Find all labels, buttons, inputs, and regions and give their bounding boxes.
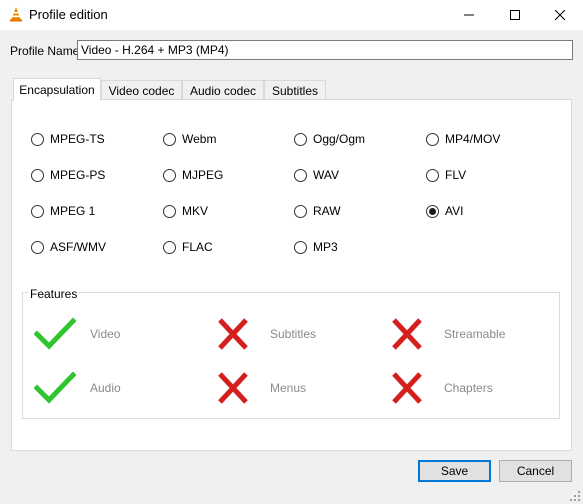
minimize-button[interactable] (446, 0, 492, 30)
tab-video-codec[interactable]: Video codec (101, 80, 182, 100)
check-icon (34, 317, 76, 350)
feature-label: Video (90, 327, 121, 341)
radio-circle (426, 168, 439, 182)
radio-mpeg-ps[interactable]: MPEG-PS (31, 168, 105, 182)
radio-label: FLV (445, 168, 467, 182)
feature-label: Subtitles (270, 327, 317, 341)
vlc-cone-icon (8, 6, 24, 22)
feature-label: Streamable (444, 327, 506, 341)
radio-circle (163, 168, 176, 182)
radio-circle (31, 204, 44, 218)
radio-circle (294, 168, 307, 182)
feature-audio: Audio (34, 371, 121, 405)
radio-avi[interactable]: AVI (426, 204, 463, 218)
radio-label: MPEG-PS (50, 168, 106, 182)
close-icon (555, 10, 565, 20)
radio-label: Ogg/Ogm (313, 132, 366, 146)
radio-mpeg-1[interactable]: MPEG 1 (31, 204, 95, 218)
radio-label: FLAC (182, 240, 213, 254)
feature-menus: Menus (214, 371, 306, 405)
tab-audio-codec[interactable]: Audio codec (182, 80, 264, 100)
feature-label: Chapters (444, 381, 493, 395)
radio-circle (294, 132, 307, 146)
maximize-icon (510, 10, 520, 20)
profile-name-input[interactable] (77, 40, 573, 60)
radio-label: Webm (182, 132, 217, 146)
radio-circle (31, 240, 44, 254)
feature-video: Video (34, 317, 120, 351)
radio-mjpeg[interactable]: MJPEG (163, 168, 223, 182)
radio-circle (426, 132, 439, 146)
profile-name-label: Profile Name (10, 44, 80, 58)
radio-circle-checked (426, 204, 439, 218)
features-title: Features (28, 287, 80, 301)
radio-raw[interactable]: RAW (294, 204, 341, 218)
radio-asf-wmv[interactable]: ASF/WMV (31, 240, 106, 254)
radio-mkv[interactable]: MKV (163, 204, 208, 218)
feature-subtitles: Subtitles (214, 317, 316, 351)
feature-label: Menus (270, 381, 307, 395)
radio-mp3[interactable]: MP3 (294, 240, 338, 254)
radio-ogg-ogm[interactable]: Ogg/Ogm (294, 132, 365, 146)
radio-circle (294, 204, 307, 218)
radio-label: MPEG-TS (50, 132, 105, 146)
radio-circle (163, 204, 176, 218)
feature-streamable: Streamable (388, 317, 505, 351)
radio-flv[interactable]: FLV (426, 168, 466, 182)
cross-icon (392, 372, 422, 404)
radio-label: AVI (445, 204, 464, 218)
cross-icon (218, 318, 248, 350)
resize-grip-icon[interactable] (569, 490, 581, 502)
radio-flac[interactable]: FLAC (163, 240, 213, 254)
cross-icon (392, 318, 422, 350)
tab-subtitles[interactable]: Subtitles (264, 80, 326, 100)
radio-label: MP3 (313, 240, 338, 254)
radio-label: MPEG 1 (50, 204, 96, 218)
radio-circle (31, 132, 44, 146)
radio-circle (294, 240, 307, 254)
radio-circle (163, 132, 176, 146)
maximize-button[interactable] (492, 0, 538, 30)
radio-circle (163, 240, 176, 254)
radio-label: RAW (313, 204, 341, 218)
radio-mpeg-ts[interactable]: MPEG-TS (31, 132, 105, 146)
feature-chapters: Chapters (388, 371, 493, 405)
feature-label: Audio (90, 381, 121, 395)
cancel-button[interactable]: Cancel (499, 460, 572, 482)
title-bar: Profile edition (0, 0, 583, 30)
radio-wav[interactable]: WAV (294, 168, 339, 182)
window-title: Profile edition (29, 7, 108, 22)
radio-circle (31, 168, 44, 182)
radio-label: ASF/WMV (50, 240, 106, 254)
save-button[interactable]: Save (418, 460, 491, 482)
radio-webm[interactable]: Webm (163, 132, 216, 146)
check-icon (34, 371, 76, 404)
close-button[interactable] (537, 0, 583, 30)
radio-label: MJPEG (182, 168, 224, 182)
radio-label: MKV (182, 204, 209, 218)
tab-encapsulation[interactable]: Encapsulation (13, 78, 101, 101)
radio-mp4-mov[interactable]: MP4/MOV (426, 132, 500, 146)
minimize-icon (464, 14, 474, 16)
cross-icon (218, 372, 248, 404)
radio-label: MP4/MOV (445, 132, 501, 146)
radio-label: WAV (313, 168, 339, 182)
